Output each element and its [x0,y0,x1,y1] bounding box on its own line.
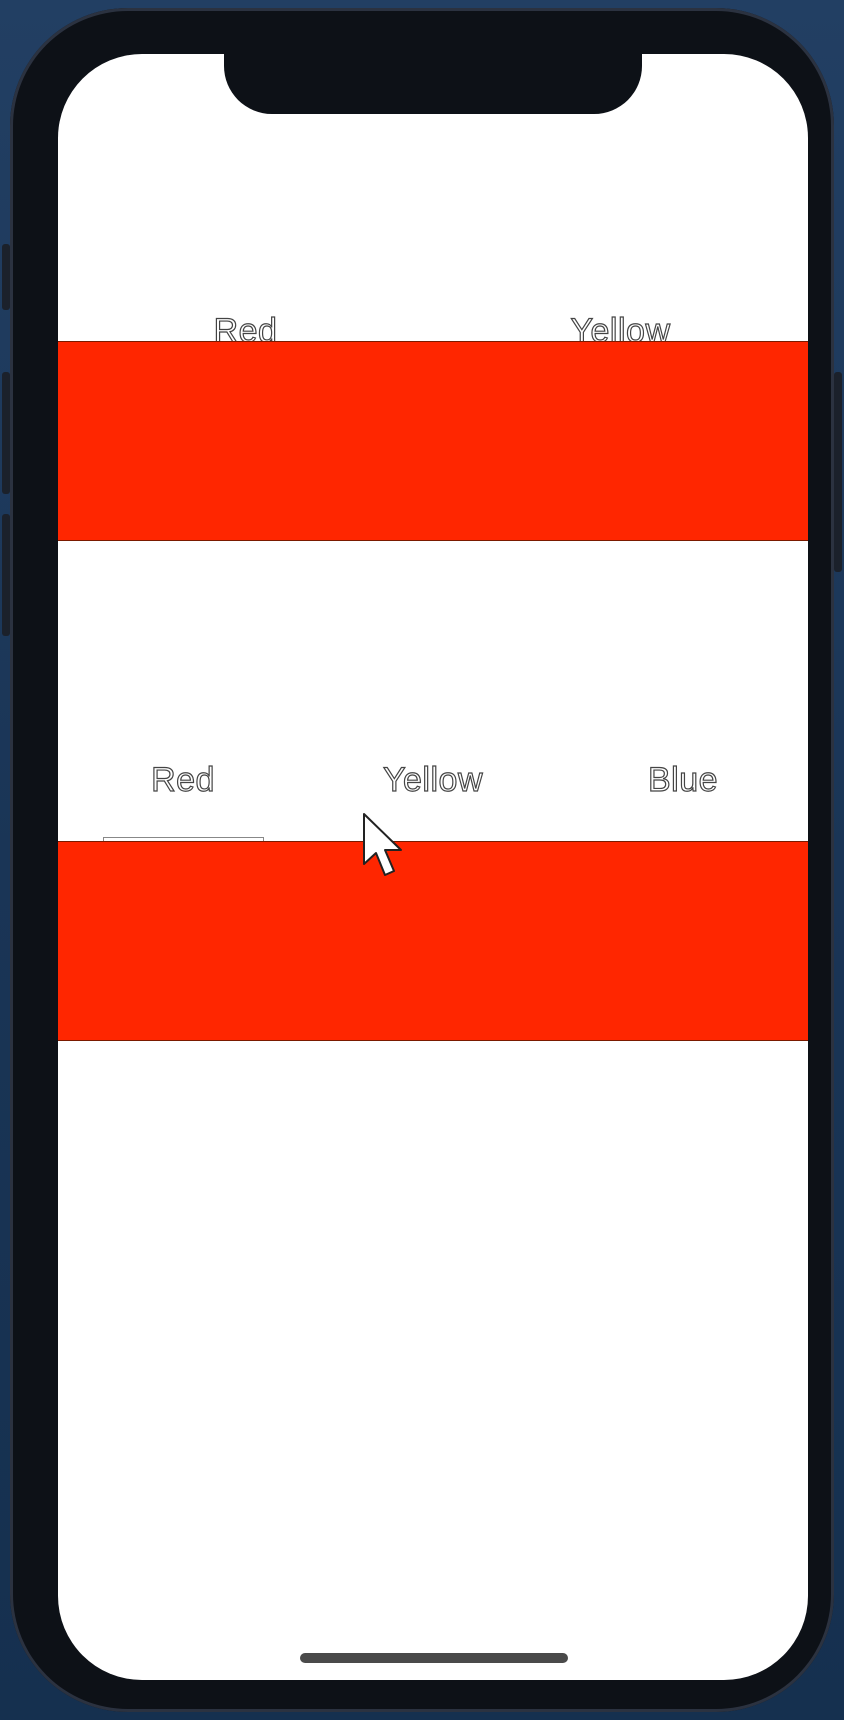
bottom-tab-yellow-label: Yellow [382,760,484,799]
bottom-tab-blue-label: Blue [647,760,719,799]
volume-up-button [2,372,10,494]
arrow-pointer-icon [363,813,402,876]
power-button [834,372,842,572]
top-tab-content-panel [58,341,808,541]
home-indicator[interactable] [300,1653,568,1663]
device-screen: Red Yellow Red Yellow Blue [58,54,808,1680]
volume-down-button [2,514,10,636]
notch [224,54,642,114]
bottom-tab-red[interactable]: Red [58,725,308,835]
bottom-tab-bar: Red Yellow Blue [58,725,808,842]
bottom-tab-blue[interactable]: Blue [558,725,808,835]
bottom-tab-content-panel [58,841,808,1041]
bottom-tab-red-label: Red [150,760,215,799]
device-frame: Red Yellow Red Yellow Blue [2,8,842,1712]
bottom-tab-yellow[interactable]: Yellow [308,725,558,835]
mute-switch [2,244,10,310]
